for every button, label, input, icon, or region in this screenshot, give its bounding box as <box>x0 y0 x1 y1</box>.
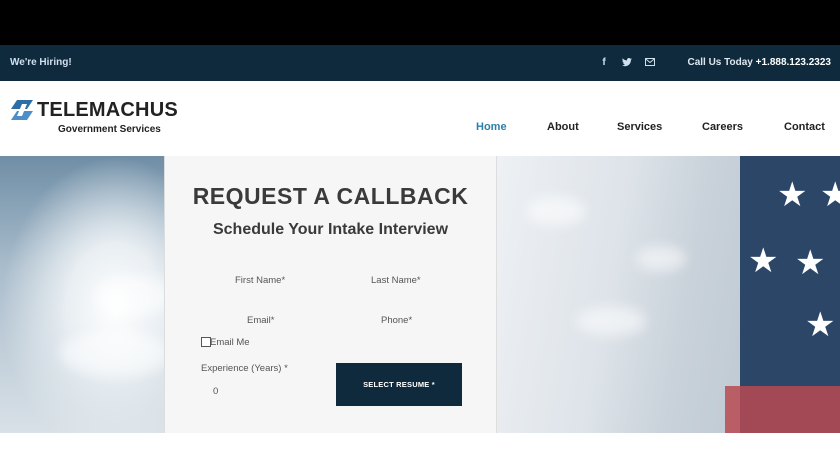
sky-background <box>0 156 175 433</box>
phone-field[interactable]: Phone* <box>381 315 412 326</box>
nav-home[interactable]: Home <box>476 121 507 133</box>
star-icon: ★ <box>748 242 779 280</box>
top-black-bar <box>0 0 840 45</box>
logo-mark-icon <box>11 100 33 120</box>
last-name-field[interactable]: Last Name* <box>371 275 421 286</box>
call-label: Call Us Today <box>687 57 753 68</box>
experience-label: Experience (Years) * <box>201 363 288 374</box>
hiring-link[interactable]: We're Hiring! <box>10 57 72 68</box>
hero-section: ★ ★ ★ ★ ★ REQUEST A CALLBACK Schedule Yo… <box>0 156 840 433</box>
form-subtitle: Schedule Your Intake Interview <box>212 221 449 238</box>
page-bottom <box>0 433 840 474</box>
brand-subtitle: Government Services <box>58 124 161 135</box>
facebook-icon[interactable]: f <box>598 56 610 68</box>
call-us[interactable]: Call Us Today +1.888.123.2323 <box>687 57 831 68</box>
flag-red-stripe <box>725 386 840 433</box>
email-icon[interactable] <box>644 56 656 68</box>
nav-about[interactable]: About <box>547 121 579 133</box>
phone-number: +1.888.123.2323 <box>755 57 831 68</box>
experience-input[interactable]: 0 <box>213 386 218 397</box>
star-icon: ★ <box>795 244 826 282</box>
nav-careers[interactable]: Careers <box>702 121 743 133</box>
email-me-label: Email Me <box>210 337 250 348</box>
email-field[interactable]: Email* <box>247 315 274 326</box>
star-icon: ★ <box>805 306 836 344</box>
nav-services[interactable]: Services <box>617 121 662 133</box>
brand-name: TELEMACHUS <box>37 99 178 121</box>
top-info-bar: We're Hiring! f Call Us Today +1.888.123… <box>0 45 840 81</box>
star-icon: ★ <box>777 176 808 214</box>
star-icon: ★ <box>820 176 840 214</box>
callback-form: REQUEST A CALLBACK Schedule Your Intake … <box>164 156 497 433</box>
site-header: TELEMACHUS Government Services Home Abou… <box>0 81 840 157</box>
twitter-icon[interactable] <box>621 56 633 68</box>
nav-contact[interactable]: Contact <box>784 121 825 133</box>
select-resume-button[interactable]: SELECT RESUME * <box>336 363 462 406</box>
first-name-field[interactable]: First Name* <box>235 275 285 286</box>
form-title: REQUEST A CALLBACK <box>192 183 469 209</box>
